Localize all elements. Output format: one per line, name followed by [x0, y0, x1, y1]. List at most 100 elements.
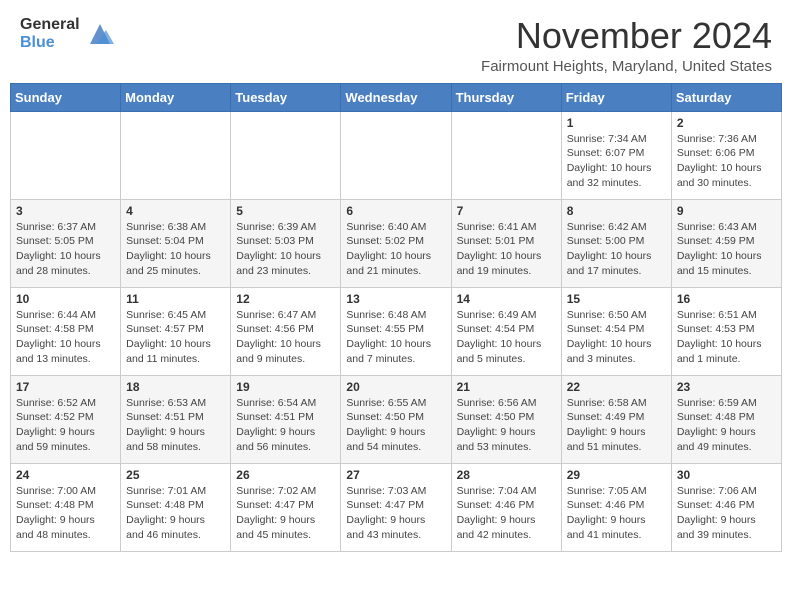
day-info: Sunrise: 6:51 AM Sunset: 4:53 PM Dayligh… — [677, 308, 776, 367]
day-header-wednesday: Wednesday — [341, 83, 451, 111]
day-info: Sunrise: 7:06 AM Sunset: 4:46 PM Dayligh… — [677, 484, 776, 543]
day-number: 7 — [457, 204, 556, 218]
calendar-cell: 9 Sunrise: 6:43 AM Sunset: 4:59 PM Daylig… — [671, 199, 781, 287]
calendar-week-5: 24 Sunrise: 7:00 AM Sunset: 4:48 PM Dayli… — [11, 463, 782, 551]
day-number: 4 — [126, 204, 225, 218]
day-number: 8 — [567, 204, 666, 218]
day-number: 20 — [346, 380, 445, 394]
day-number: 3 — [16, 204, 115, 218]
calendar-table: SundayMondayTuesdayWednesdayThursdayFrid… — [10, 83, 782, 552]
calendar-cell: 23 Sunrise: 6:59 AM Sunset: 4:48 PM Dayli… — [671, 375, 781, 463]
day-info: Sunrise: 6:38 AM Sunset: 5:04 PM Dayligh… — [126, 220, 225, 279]
day-info: Sunrise: 6:39 AM Sunset: 5:03 PM Dayligh… — [236, 220, 335, 279]
calendar-cell: 7 Sunrise: 6:41 AM Sunset: 5:01 PM Daylig… — [451, 199, 561, 287]
day-number: 23 — [677, 380, 776, 394]
day-info: Sunrise: 7:05 AM Sunset: 4:46 PM Dayligh… — [567, 484, 666, 543]
calendar-cell: 11 Sunrise: 6:45 AM Sunset: 4:57 PM Dayli… — [121, 287, 231, 375]
day-info: Sunrise: 7:03 AM Sunset: 4:47 PM Dayligh… — [346, 484, 445, 543]
day-info: Sunrise: 7:01 AM Sunset: 4:48 PM Dayligh… — [126, 484, 225, 543]
day-info: Sunrise: 6:37 AM Sunset: 5:05 PM Dayligh… — [16, 220, 115, 279]
calendar-cell: 26 Sunrise: 7:02 AM Sunset: 4:47 PM Dayli… — [231, 463, 341, 551]
day-info: Sunrise: 6:53 AM Sunset: 4:51 PM Dayligh… — [126, 396, 225, 455]
day-header-sunday: Sunday — [11, 83, 121, 111]
day-number: 11 — [126, 292, 225, 306]
calendar-cell: 18 Sunrise: 6:53 AM Sunset: 4:51 PM Dayli… — [121, 375, 231, 463]
calendar-cell: 25Sunrise: 7:01 AM Sunset: 4:48 PM Dayli… — [121, 463, 231, 551]
day-info: Sunrise: 7:02 AM Sunset: 4:47 PM Dayligh… — [236, 484, 335, 543]
day-number: 17 — [16, 380, 115, 394]
calendar-cell: 15Sunrise: 6:50 AM Sunset: 4:54 PM Dayli… — [561, 287, 671, 375]
day-info: Sunrise: 6:45 AM Sunset: 4:57 PM Dayligh… — [126, 308, 225, 367]
day-info: Sunrise: 6:56 AM Sunset: 4:50 PM Dayligh… — [457, 396, 556, 455]
day-number: 26 — [236, 468, 335, 482]
calendar-cell: 20 Sunrise: 6:55 AM Sunset: 4:50 PM Dayli… — [341, 375, 451, 463]
day-number: 27 — [346, 468, 445, 482]
day-info: Sunrise: 6:42 AM Sunset: 5:00 PM Dayligh… — [567, 220, 666, 279]
logo: General Blue — [20, 16, 114, 51]
calendar-cell: 19Sunrise: 6:54 AM Sunset: 4:51 PM Dayli… — [231, 375, 341, 463]
calendar-cell: 24 Sunrise: 7:00 AM Sunset: 4:48 PM Dayli… — [11, 463, 121, 551]
day-info: Sunrise: 7:34 AM Sunset: 6:07 PM Dayligh… — [567, 132, 666, 191]
calendar-cell: 30 Sunrise: 7:06 AM Sunset: 4:46 PM Dayli… — [671, 463, 781, 551]
day-number: 19 — [236, 380, 335, 394]
calendar-cell: 29 Sunrise: 7:05 AM Sunset: 4:46 PM Dayli… — [561, 463, 671, 551]
logo-text-general: General — [20, 16, 80, 34]
day-info: Sunrise: 6:43 AM Sunset: 4:59 PM Dayligh… — [677, 220, 776, 279]
day-number: 5 — [236, 204, 335, 218]
calendar-cell: 14 Sunrise: 6:49 AM Sunset: 4:54 PM Dayli… — [451, 287, 561, 375]
calendar-cell: 13 Sunrise: 6:48 AM Sunset: 4:55 PM Dayli… — [341, 287, 451, 375]
day-number: 24 — [16, 468, 115, 482]
calendar-cell: 22Sunrise: 6:58 AM Sunset: 4:49 PM Dayli… — [561, 375, 671, 463]
day-info: Sunrise: 6:41 AM Sunset: 5:01 PM Dayligh… — [457, 220, 556, 279]
page-header: General Blue November 2024 Fairmount Hei… — [0, 0, 792, 83]
calendar-cell: 27 Sunrise: 7:03 AM Sunset: 4:47 PM Dayli… — [341, 463, 451, 551]
calendar-cell: 4 Sunrise: 6:38 AM Sunset: 5:04 PM Daylig… — [121, 199, 231, 287]
day-info: Sunrise: 6:52 AM Sunset: 4:52 PM Dayligh… — [16, 396, 115, 455]
calendar-cell: 2 Sunrise: 7:36 AM Sunset: 6:06 PM Daylig… — [671, 111, 781, 199]
calendar-week-1: 1Sunrise: 7:34 AM Sunset: 6:07 PM Daylig… — [11, 111, 782, 199]
day-number: 21 — [457, 380, 556, 394]
day-header-saturday: Saturday — [671, 83, 781, 111]
calendar-cell: 10 Sunrise: 6:44 AM Sunset: 4:58 PM Dayli… — [11, 287, 121, 375]
day-info: Sunrise: 6:44 AM Sunset: 4:58 PM Dayligh… — [16, 308, 115, 367]
day-number: 6 — [346, 204, 445, 218]
day-info: Sunrise: 6:48 AM Sunset: 4:55 PM Dayligh… — [346, 308, 445, 367]
calendar-cell — [341, 111, 451, 199]
title-area: November 2024 Fairmount Heights, Marylan… — [481, 16, 772, 75]
day-info: Sunrise: 7:36 AM Sunset: 6:06 PM Dayligh… — [677, 132, 776, 191]
calendar-cell — [231, 111, 341, 199]
calendar-cell — [121, 111, 231, 199]
day-number: 2 — [677, 116, 776, 130]
calendar-week-3: 10 Sunrise: 6:44 AM Sunset: 4:58 PM Dayli… — [11, 287, 782, 375]
day-number: 10 — [16, 292, 115, 306]
calendar-cell: 28 Sunrise: 7:04 AM Sunset: 4:46 PM Dayli… — [451, 463, 561, 551]
logo-text-blue: Blue — [20, 34, 80, 52]
day-number: 12 — [236, 292, 335, 306]
calendar-cell: 12Sunrise: 6:47 AM Sunset: 4:56 PM Dayli… — [231, 287, 341, 375]
day-number: 28 — [457, 468, 556, 482]
day-header-friday: Friday — [561, 83, 671, 111]
day-number: 13 — [346, 292, 445, 306]
day-number: 15 — [567, 292, 666, 306]
calendar-cell: 1Sunrise: 7:34 AM Sunset: 6:07 PM Daylig… — [561, 111, 671, 199]
day-info: Sunrise: 7:04 AM Sunset: 4:46 PM Dayligh… — [457, 484, 556, 543]
calendar-cell: 16 Sunrise: 6:51 AM Sunset: 4:53 PM Dayli… — [671, 287, 781, 375]
day-info: Sunrise: 6:55 AM Sunset: 4:50 PM Dayligh… — [346, 396, 445, 455]
day-number: 9 — [677, 204, 776, 218]
day-info: Sunrise: 6:59 AM Sunset: 4:48 PM Dayligh… — [677, 396, 776, 455]
location-title: Fairmount Heights, Maryland, United Stat… — [481, 58, 772, 75]
day-info: Sunrise: 7:00 AM Sunset: 4:48 PM Dayligh… — [16, 484, 115, 543]
day-info: Sunrise: 6:40 AM Sunset: 5:02 PM Dayligh… — [346, 220, 445, 279]
day-number: 14 — [457, 292, 556, 306]
day-number: 18 — [126, 380, 225, 394]
calendar-cell: 17 Sunrise: 6:52 AM Sunset: 4:52 PM Dayli… — [11, 375, 121, 463]
month-title: November 2024 — [481, 16, 772, 56]
day-info: Sunrise: 6:49 AM Sunset: 4:54 PM Dayligh… — [457, 308, 556, 367]
day-number: 30 — [677, 468, 776, 482]
day-number: 16 — [677, 292, 776, 306]
calendar: SundayMondayTuesdayWednesdayThursdayFrid… — [0, 83, 792, 562]
calendar-week-4: 17 Sunrise: 6:52 AM Sunset: 4:52 PM Dayli… — [11, 375, 782, 463]
day-number: 22 — [567, 380, 666, 394]
day-number: 29 — [567, 468, 666, 482]
day-header-monday: Monday — [121, 83, 231, 111]
